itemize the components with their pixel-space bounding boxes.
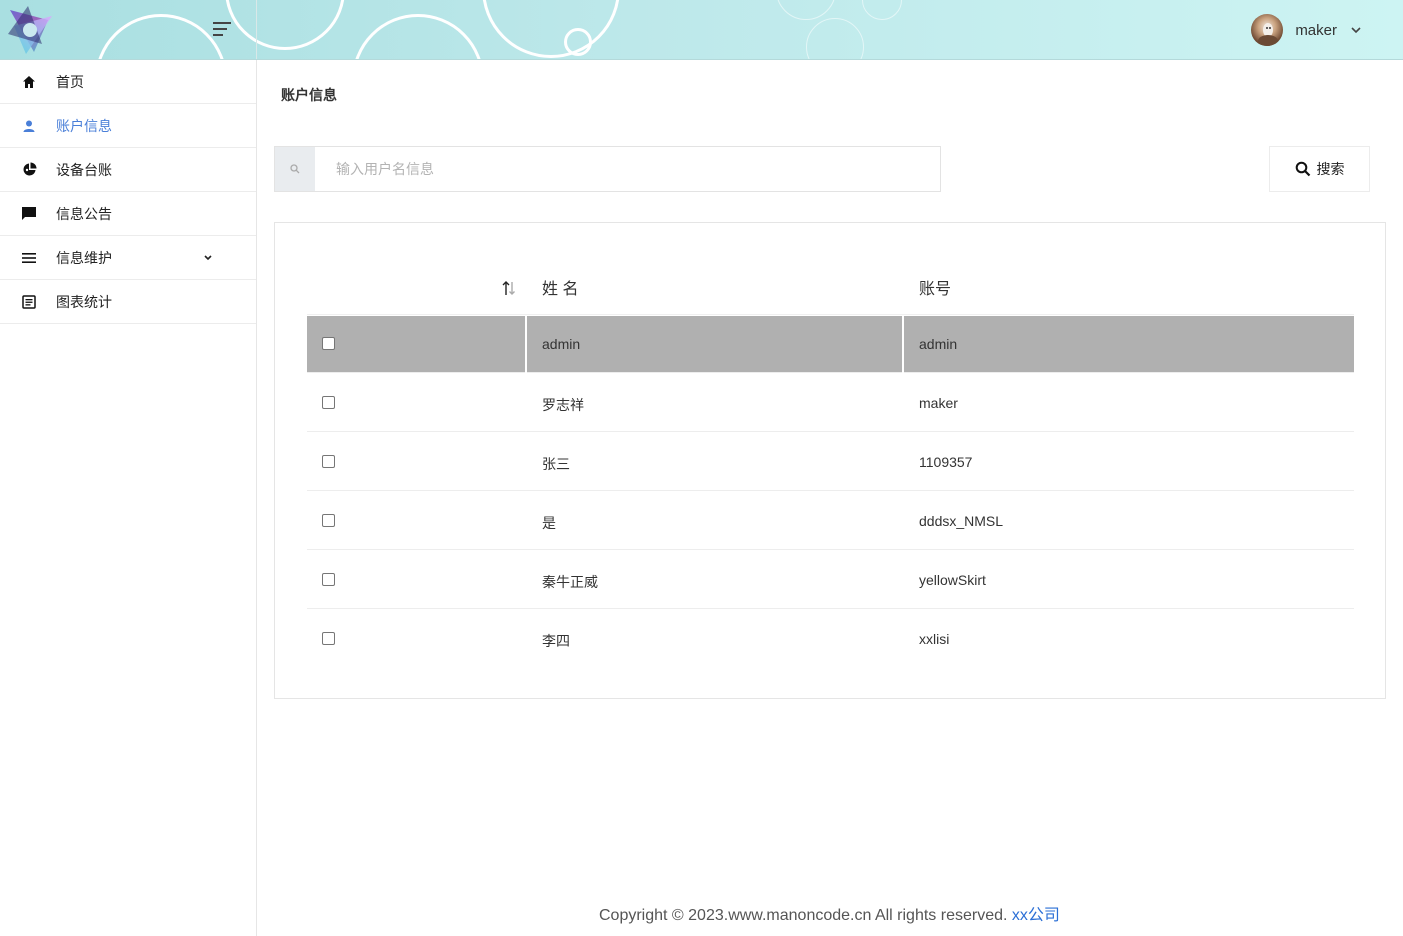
decoration-ring [352,14,484,59]
cell-divider [902,316,904,373]
sidebar-item-chart-stats[interactable]: 图表统计 [0,280,256,324]
footer: Copyright © 2023.www.manoncode.cn All ri… [599,901,1060,925]
row-checkbox[interactable] [322,514,335,527]
sidebar-item-equipment-ledger[interactable]: 设备台账 [0,148,256,192]
cell-name: 秦牛正威 [542,574,598,590]
cell-name: 是 [542,515,556,531]
header-brand-area [0,0,257,59]
row-checkbox[interactable] [322,455,335,468]
search-bar [274,146,941,192]
sidebar-item-label: 信息公告 [56,205,112,222]
search-icon [290,164,300,174]
search-button-label: 搜索 [1316,161,1345,177]
table-row[interactable]: 是 dddsx_NMSL [307,491,1354,550]
cell-account: dddsx_NMSL [919,513,1004,529]
column-header-account[interactable]: 账号 [919,275,951,299]
sidebar-item-home[interactable]: 首页 [0,60,256,104]
chevron-down-icon[interactable] [201,251,215,265]
cell-name: admin [542,336,581,352]
table-header: 姓 名 账号 [307,259,1354,315]
top-header: maker [0,0,1403,60]
sidebar-item-label: 图表统计 [56,293,112,310]
table-row[interactable]: 张三 1109357 [307,432,1354,491]
copyright-text: Copyright © 2023.www.manoncode.cn All ri… [599,907,1008,924]
user-name[interactable]: maker [1295,22,1337,39]
user-menu[interactable]: maker [1251,13,1363,47]
row-checkbox[interactable] [322,573,335,586]
user-icon [20,117,38,135]
sidebar: 首页 账户信息 设备台账 信息公告 信息维护 图表统计 [0,60,257,936]
account-table: 姓 名 账号 admin admin 罗志祥 maker 张三 1109357 … [307,259,1354,668]
cell-divider [525,316,527,373]
sidebar-item-label: 信息维护 [56,249,112,266]
search-input[interactable] [315,147,940,191]
sidebar-item-label: 账户信息 [56,117,112,134]
decoration-ring [776,0,836,20]
decoration-ring [806,18,864,59]
table-row[interactable]: admin admin [307,316,1354,373]
cell-account: maker [919,395,958,411]
table-row[interactable]: 罗志祥 maker [307,373,1354,432]
cell-account: 1109357 [919,454,973,470]
cell-account: xxlisi [919,631,950,647]
sort-icon[interactable] [500,279,518,297]
home-icon [20,73,38,91]
decoration-ring [482,0,620,58]
sidebar-item-account-info[interactable]: 账户信息 [0,104,256,148]
page-title: 账户信息 [281,87,337,103]
logo-icon[interactable] [4,4,56,56]
cell-name: 罗志祥 [542,397,584,413]
sidebar-item-announcements[interactable]: 信息公告 [0,192,256,236]
column-header-name[interactable]: 姓 名 [542,275,578,299]
sidebar-item-info-maintenance[interactable]: 信息维护 [0,236,256,280]
decoration-ring [564,28,592,56]
row-checkbox[interactable] [322,337,335,350]
chevron-down-icon[interactable] [1349,23,1363,37]
decoration-ring [862,0,902,20]
avatar-figure-icon [1258,23,1279,46]
sidebar-item-label: 首页 [56,73,84,90]
document-icon [20,293,38,311]
sidebar-item-label: 设备台账 [56,161,112,178]
search-button[interactable]: 搜索 [1269,146,1370,192]
company-link[interactable]: xx公司 [1012,907,1060,924]
row-checkbox[interactable] [322,396,335,409]
chat-bubble-icon [20,205,38,223]
cell-name: 张三 [542,456,570,472]
cell-account: admin [919,336,958,352]
avatar[interactable] [1251,14,1284,46]
row-checkbox[interactable] [322,632,335,645]
search-addon [275,147,315,191]
search-icon [1295,161,1310,177]
pie-chart-icon [20,161,38,179]
table-row[interactable]: 秦牛正威 yellowSkirt [307,550,1354,609]
menu-toggle-icon[interactable] [208,16,236,42]
list-icon [20,249,38,267]
table-row[interactable]: 李四 xxlisi [307,609,1354,668]
cell-account: yellowSkirt [919,572,986,588]
account-table-card: 姓 名 账号 admin admin 罗志祥 maker 张三 1109357 … [274,222,1386,699]
cell-name: 李四 [542,633,570,649]
